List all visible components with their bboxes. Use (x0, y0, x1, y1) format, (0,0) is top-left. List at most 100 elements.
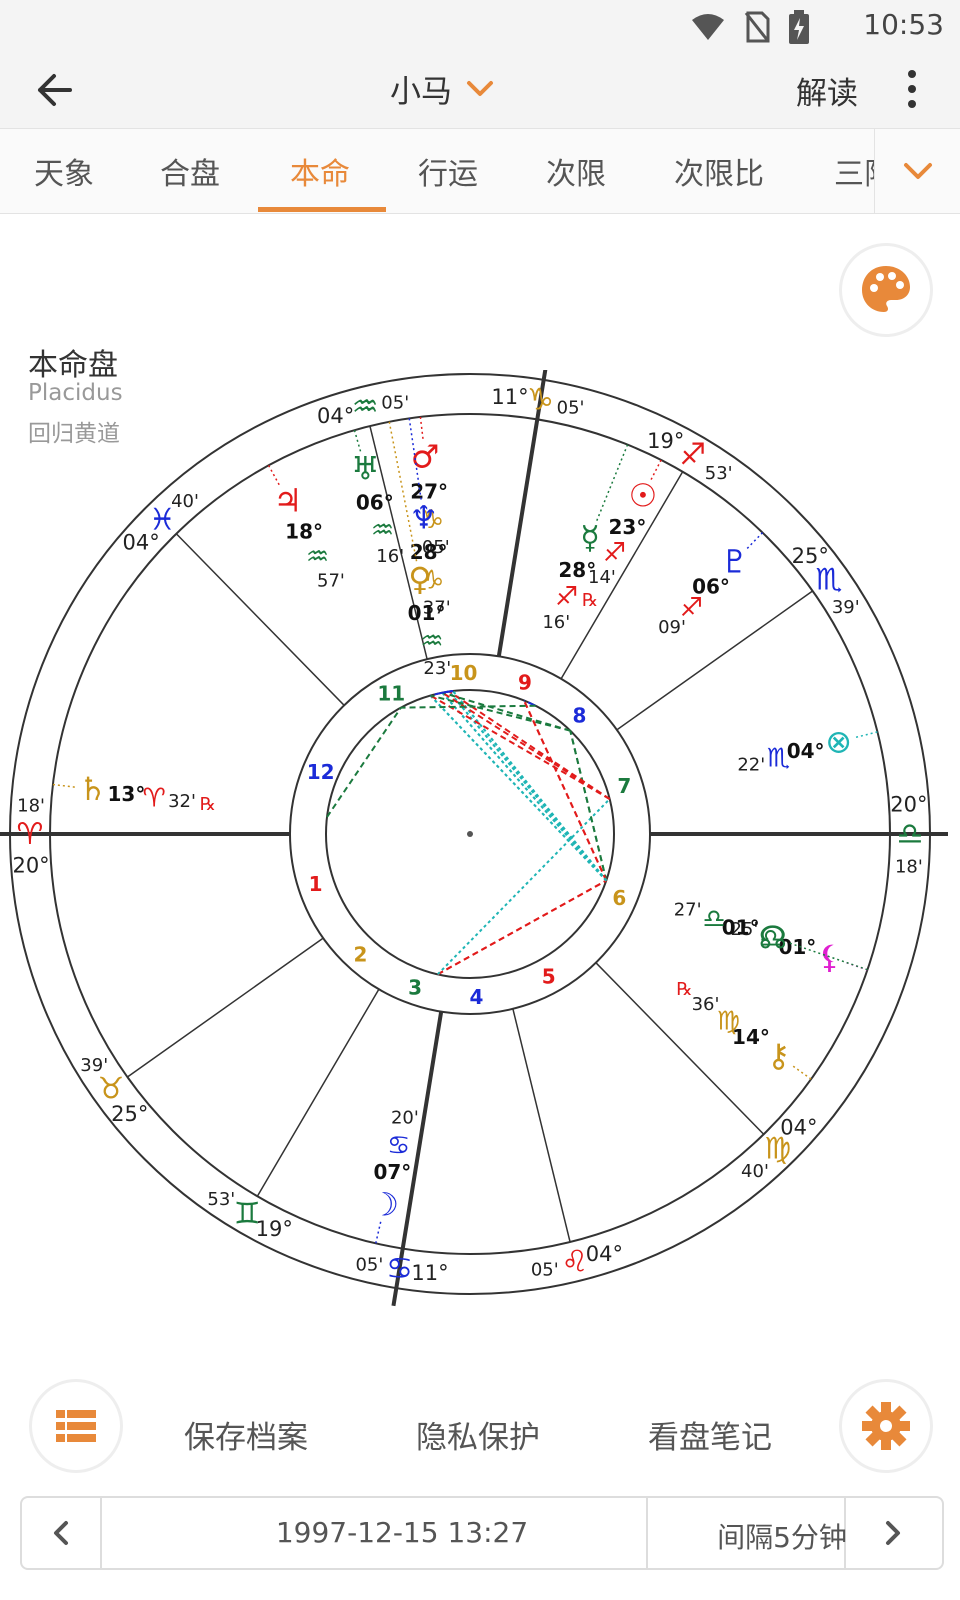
house-number-1: 1 (309, 872, 323, 896)
chevron-right-icon (886, 1521, 900, 1545)
privacy-button[interactable]: 隐私保护 (416, 1412, 540, 1457)
pluto-minute: 09' (658, 617, 686, 638)
cusp-minute-label: 40' (171, 491, 199, 512)
part-of-fortune-pointer (855, 731, 878, 738)
chart-type-tabs: 天象 合盘 本命 行运 次限 次限比 三限 (0, 128, 960, 214)
neptune-glyph: ♆ (409, 498, 438, 536)
aspect-line (326, 707, 402, 818)
cusp-sign-glyph: ♑ (527, 383, 554, 418)
mercury-glyph: ☿ (580, 518, 600, 556)
cusp-minute-label: 18' (895, 857, 923, 878)
tab-progression[interactable]: 次限 (546, 149, 606, 193)
back-button[interactable] (28, 64, 84, 116)
house-number-8: 8 (573, 704, 587, 728)
house-cusp-line (512, 1008, 571, 1243)
saturn-glyph: ♄ (78, 770, 107, 808)
saturn-degree: 13° (107, 782, 145, 806)
datetime-field[interactable]: 1997-12-15 13:27 (122, 1516, 682, 1549)
tab-synastry[interactable]: 合盘 (160, 149, 220, 193)
app-bar: 小马 解读 (0, 52, 960, 128)
part-of-fortune-sign: ♏ (767, 744, 790, 774)
aspect-line (523, 700, 608, 881)
cusp-sign-glyph: ♎ (897, 817, 924, 852)
tab-transit-sky[interactable]: 天象 (34, 149, 94, 193)
palette-icon (862, 266, 910, 312)
cusp-minute-label: 18' (17, 795, 45, 816)
venus-sign: ♒ (420, 627, 443, 657)
mercury-sign: ♐ (555, 582, 578, 612)
cusp-degree-label: 20° (890, 792, 927, 816)
cusp-minute-label: 39' (832, 597, 860, 618)
no-sim-icon (744, 11, 770, 43)
aspect-line (523, 700, 608, 882)
cusp-minute-label: 53' (705, 463, 733, 484)
chevron-left-icon (54, 1521, 68, 1545)
read-button[interactable]: 解读 (796, 68, 858, 113)
natal-chart-wheel[interactable]: ♈20°18'♉25°39'♊19°53'♋11°05' ♌04°05'♍04°4… (0, 370, 960, 1330)
more-button[interactable] (900, 64, 924, 114)
cusp-degree-label: 04° (123, 531, 160, 555)
chevron-down-icon (467, 80, 493, 96)
cusp-degree-label: 19° (256, 1217, 293, 1241)
house-number-11: 11 (377, 681, 405, 705)
moon-sign: ♋ (387, 1131, 410, 1161)
arrow-left-icon (38, 74, 72, 106)
tab-natal[interactable]: 本命 (290, 149, 350, 193)
house-cusp-line (616, 590, 813, 731)
mercury-minute: 16' (542, 612, 570, 633)
venus-degree: 01° (408, 601, 446, 625)
aspect-line (442, 690, 450, 694)
house-number-12: 12 (307, 760, 335, 784)
status-bar: 10:53 (0, 0, 960, 52)
north-node-glyph: ☊ (759, 918, 787, 956)
next-time-button[interactable] (848, 1498, 942, 1568)
chiron-retrograde: ℞ (676, 979, 692, 1000)
cusp-minute-label: 05' (381, 392, 409, 413)
aspect-line (436, 798, 611, 976)
cusp-minute-label: 05' (355, 1254, 383, 1275)
settings-button[interactable] (842, 1382, 930, 1470)
house-cusp-line (127, 937, 324, 1078)
house-number-10: 10 (450, 661, 478, 685)
part-of-fortune-glyph: ⊗ (825, 723, 852, 761)
list-icon (56, 1410, 96, 1442)
uranus-sign: ♒ (371, 515, 394, 545)
house-number-4: 4 (469, 985, 483, 1009)
uranus-minute: 16' (376, 546, 404, 567)
date-bar: 1997-12-15 13:27 间隔5分钟 (20, 1496, 944, 1570)
list-button[interactable] (32, 1382, 120, 1470)
mars-glyph: ♂ (411, 438, 440, 476)
cusp-degree-label: 04° (317, 404, 354, 428)
moon-pointer (375, 1221, 382, 1244)
aspect-line (437, 879, 607, 976)
cusp-sign-glyph: ♈ (17, 817, 44, 852)
jupiter-glyph: ♃ (273, 482, 302, 520)
house-cusp-line (256, 988, 380, 1197)
cusp-degree-label: 20° (12, 854, 49, 878)
cusp-degree-label: 19° (647, 429, 684, 453)
prev-time-button[interactable] (22, 1498, 102, 1568)
save-profile-button[interactable]: 保存档案 (184, 1412, 308, 1457)
cusp-degree-label: 04° (780, 1115, 817, 1139)
mercury-pointer (596, 444, 629, 521)
cusp-degree-label: 25° (792, 544, 829, 568)
cusp-degree-label: 04° (586, 1242, 623, 1266)
tab-transit[interactable]: 行运 (418, 149, 478, 193)
chart-notes-button[interactable]: 看盘笔记 (648, 1412, 772, 1457)
profile-selector[interactable]: 小马 (390, 66, 494, 111)
tab-progression-compare[interactable]: 次限比 (674, 149, 764, 193)
theme-button[interactable] (842, 246, 930, 334)
venus-minute: 23' (423, 658, 451, 679)
cusp-sign-glyph: ♋ (386, 1251, 413, 1286)
cusp-sign-glyph: ♒ (352, 390, 379, 425)
sun-degree: 23° (609, 515, 647, 539)
chiron-glyph: ⚷ (767, 1037, 790, 1075)
house-number-9: 9 (518, 671, 532, 695)
cusp-degree-label: 11° (411, 1261, 448, 1285)
mars-pointer (419, 416, 424, 439)
tabs-expand-button[interactable] (874, 129, 960, 213)
cusp-degree-label: 11° (491, 385, 528, 409)
cusp-degree-label: 25° (111, 1102, 148, 1126)
cusp-minute-label: 39' (80, 1055, 108, 1076)
saturn-pointer (52, 783, 75, 788)
